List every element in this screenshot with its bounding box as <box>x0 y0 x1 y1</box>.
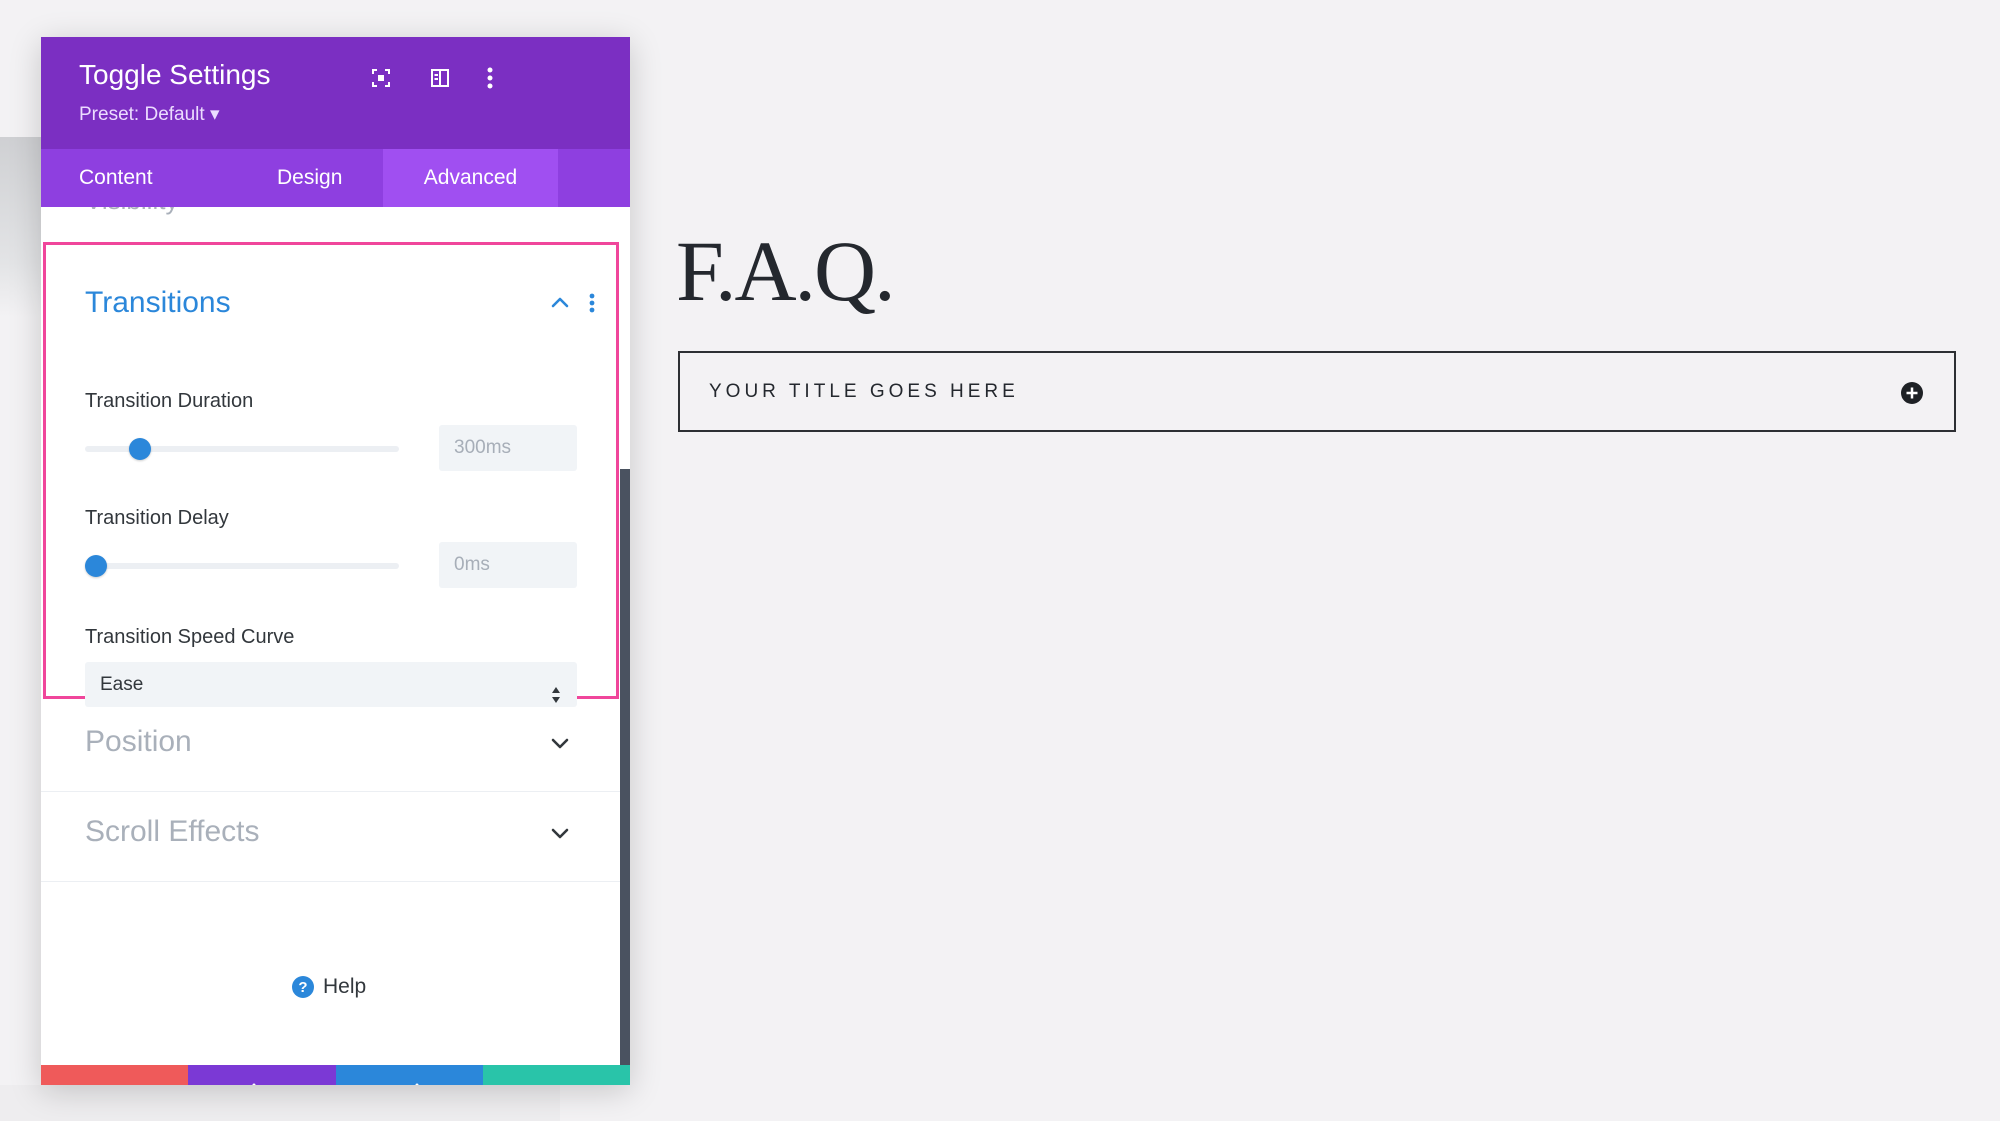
scroll-effects-section-title: Scroll Effects <box>85 815 260 848</box>
panel-title: Toggle Settings <box>79 59 271 90</box>
redo-icon <box>415 1083 419 1085</box>
more-options-icon[interactable] <box>475 63 505 93</box>
transition-duration-label: Transition Duration <box>85 390 254 412</box>
help-icon: ? <box>292 976 314 998</box>
faq-heading: F.A.Q. <box>676 223 896 319</box>
plus-circle-icon[interactable] <box>1900 381 1924 410</box>
transitions-section-title[interactable]: Transitions <box>85 286 231 320</box>
chevron-down-icon[interactable] <box>551 827 569 845</box>
transition-delay-label: Transition Delay <box>85 507 229 529</box>
transition-speed-curve-label: Transition Speed Curve <box>85 626 295 648</box>
redo-button[interactable] <box>335 1065 483 1085</box>
discard-button[interactable] <box>41 1065 189 1085</box>
transition-duration-input[interactable]: 300ms <box>439 425 577 471</box>
panel-tabs: Content Design Advanced <box>41 149 630 207</box>
help-label: Help <box>323 975 367 998</box>
chevron-up-icon[interactable] <box>551 295 569 313</box>
position-section[interactable]: Position <box>41 701 620 792</box>
preset-dropdown[interactable]: Preset: Default ▾ <box>79 103 220 126</box>
transition-duration-slider[interactable] <box>85 438 399 460</box>
faq-toggle[interactable]: YOUR TITLE GOES HERE <box>678 351 1956 432</box>
undo-icon <box>252 1083 256 1085</box>
section-options-icon[interactable] <box>589 293 595 318</box>
settings-panel: Toggle Settings Preset: Default ▾ Conten… <box>41 37 630 1085</box>
panel-scrollbar[interactable] <box>620 469 630 1065</box>
chevron-down-icon[interactable] <box>551 737 569 755</box>
fullscreen-icon[interactable] <box>366 63 396 93</box>
toggle-title: YOUR TITLE GOES HERE <box>709 381 1019 402</box>
tab-advanced[interactable]: Advanced <box>383 149 558 207</box>
svg-text:?: ? <box>298 979 307 996</box>
tab-design-label: Design <box>277 166 343 189</box>
split-view-icon[interactable] <box>425 63 455 93</box>
speed-curve-value: Ease <box>100 674 144 695</box>
panel-content: Visibility Transitions Transition Durati… <box>41 207 620 1065</box>
transition-duration-slider-handle[interactable] <box>128 438 151 460</box>
transition-delay-slider-handle[interactable] <box>85 555 107 577</box>
background-edge <box>0 1085 560 1121</box>
undo-button[interactable] <box>188 1065 336 1085</box>
panel-header: Toggle Settings Preset: Default ▾ <box>41 37 630 149</box>
save-button[interactable] <box>482 1065 630 1085</box>
panel-footer <box>41 1065 630 1085</box>
tab-design[interactable]: Design <box>176 149 376 207</box>
tab-content[interactable]: Content <box>41 149 176 207</box>
transition-delay-input[interactable]: 0ms <box>439 542 577 588</box>
position-section-title: Position <box>85 725 192 758</box>
transition-delay-slider[interactable] <box>85 555 399 577</box>
visibility-section-title[interactable]: Visibility <box>85 207 178 216</box>
help-link[interactable]: ? Help <box>291 975 366 999</box>
scroll-effects-section[interactable]: Scroll Effects <box>41 791 620 882</box>
